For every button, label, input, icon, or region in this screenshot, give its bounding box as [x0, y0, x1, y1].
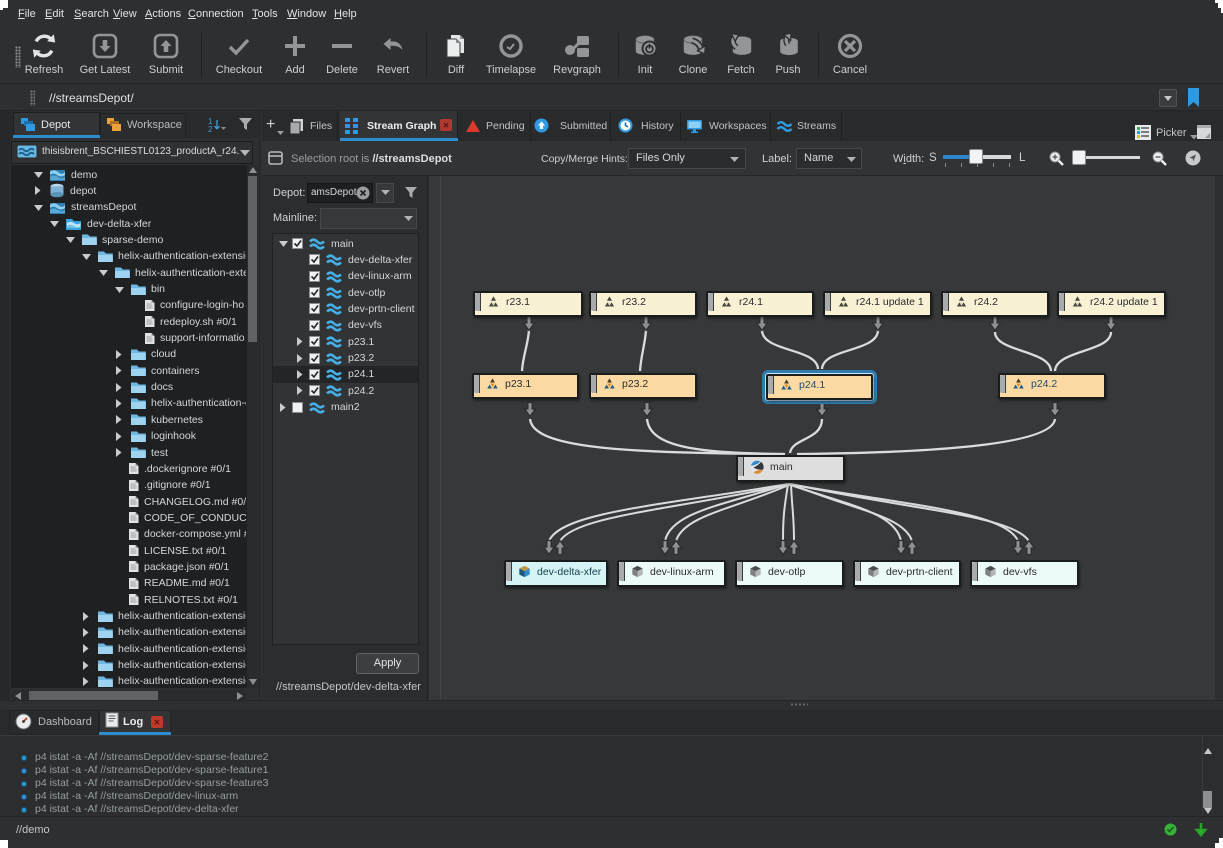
svg-text:2: 2 [208, 125, 213, 133]
